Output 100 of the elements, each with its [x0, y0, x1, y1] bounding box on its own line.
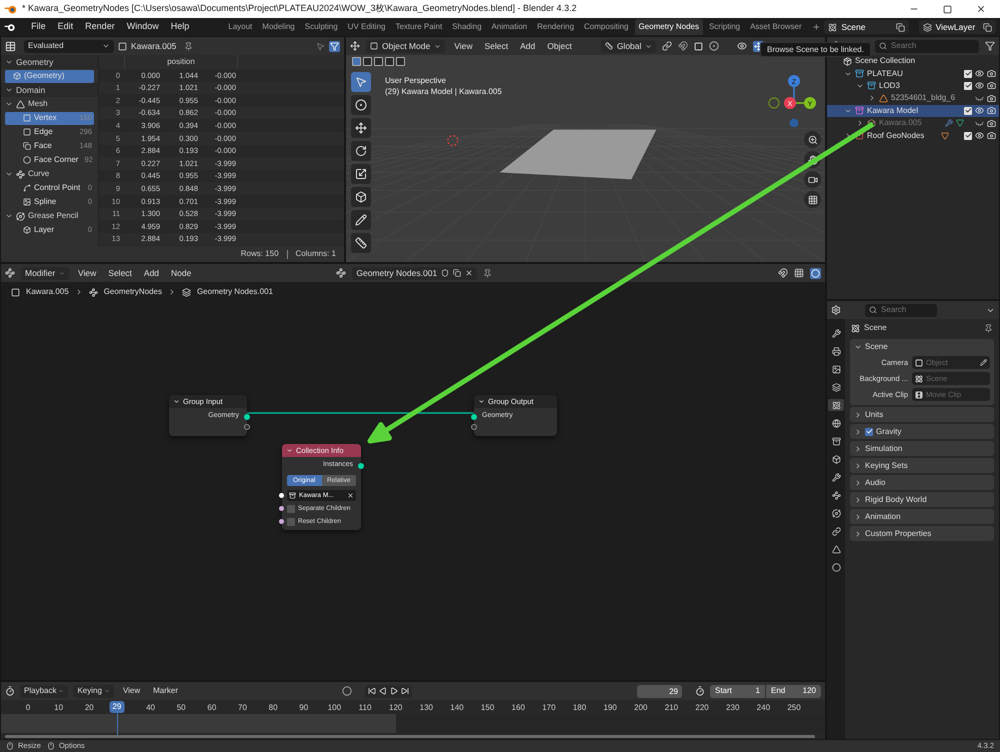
workspace-tab[interactable]: Asset Browser — [746, 19, 806, 35]
menu-item[interactable]: View — [75, 266, 100, 280]
search-field[interactable]: Search — [865, 304, 937, 316]
camera-icon[interactable] — [987, 131, 996, 140]
breadcrumb[interactable]: GeometryNodes — [104, 286, 162, 298]
workspace-tab[interactable]: UV Editing — [344, 19, 390, 35]
editor-type-icon[interactable] — [5, 268, 15, 278]
close-icon[interactable] — [976, 4, 986, 14]
magnet-icon[interactable] — [678, 41, 688, 51]
menu-item[interactable]: File — [26, 20, 51, 34]
camera-icon[interactable] — [987, 69, 996, 78]
play-icon[interactable] — [390, 687, 398, 695]
workspace-tab[interactable]: Animation — [488, 19, 532, 35]
panel-header[interactable]: Custom Properties — [850, 526, 994, 541]
workspace-tab[interactable]: Scripting — [704, 19, 744, 35]
start-frame-field[interactable]: Start 1 — [710, 684, 765, 698]
panel-header[interactable]: Rigid Body World — [850, 492, 994, 507]
breadcrumb[interactable]: Kawara.005 — [26, 286, 69, 298]
chevron-icon[interactable] — [5, 212, 13, 220]
checkbox[interactable] — [287, 504, 295, 512]
zoom-button[interactable] — [804, 131, 821, 148]
evaluation-dropdown[interactable]: Evaluated — [24, 40, 114, 52]
menu-item[interactable]: View — [118, 684, 144, 698]
outliner-row[interactable]: Roof GeoNodes — [827, 129, 999, 142]
menu-item[interactable]: Marker — [149, 684, 182, 698]
workspace-tab[interactable]: Rendering — [533, 19, 578, 35]
workspace-tab[interactable]: Sculpting — [300, 19, 342, 35]
chevron-icon[interactable] — [478, 398, 485, 405]
workspace-tab[interactable]: Modeling — [258, 19, 299, 35]
playback-controls[interactable] — [365, 684, 412, 698]
select-tool[interactable] — [351, 72, 371, 92]
scene-selector[interactable]: Scene — [824, 20, 909, 34]
context-dropdown[interactable]: Modifier — [21, 266, 69, 280]
menu-item[interactable]: Edit — [52, 20, 78, 34]
editor-type-icon[interactable] — [5, 686, 15, 696]
menu-item[interactable]: View — [451, 40, 476, 52]
mode-dropdown[interactable]: Object Mode — [366, 40, 446, 52]
end-frame-field[interactable]: End 120 — [766, 684, 821, 698]
view-layer-selector[interactable]: ViewLayer — [918, 20, 996, 34]
panel-header[interactable]: Audio — [850, 475, 994, 490]
square-icon[interactable] — [694, 42, 704, 50]
snap-icon[interactable] — [778, 268, 788, 278]
maximize-icon[interactable] — [943, 4, 952, 14]
menu-item[interactable]: Help — [166, 20, 194, 34]
link-icon[interactable] — [662, 41, 672, 51]
jump-end-icon[interactable] — [401, 687, 410, 695]
menu-item[interactable]: Node — [168, 266, 194, 280]
overlay-toggle[interactable] — [810, 268, 821, 278]
camera-icon[interactable] — [987, 106, 996, 116]
jump-start-icon[interactable] — [368, 687, 376, 695]
outliner-row[interactable]: PLATEAU — [827, 67, 999, 80]
panel-header[interactable]: Keying Sets — [850, 458, 994, 473]
playhead[interactable]: 29 — [109, 701, 124, 713]
pin-icon[interactable] — [483, 268, 492, 278]
editor-type-icon[interactable] — [350, 41, 360, 51]
pointer-icon[interactable] — [316, 42, 325, 50]
menu-item[interactable]: Keying — [73, 684, 114, 698]
checkbox[interactable] — [964, 106, 972, 115]
node-tree-icon[interactable] — [336, 268, 346, 278]
chevron-icon[interactable] — [5, 170, 13, 178]
socket-icon[interactable] — [279, 493, 284, 498]
chevron-icon[interactable] — [173, 398, 180, 405]
spreadsheet-icon[interactable] — [5, 40, 16, 52]
measure-tool[interactable] — [351, 233, 371, 253]
camera-button[interactable] — [804, 171, 821, 188]
add-icon[interactable] — [812, 22, 820, 32]
camera-icon[interactable] — [987, 81, 996, 90]
menu-item[interactable]: Render — [80, 20, 120, 34]
current-frame-field[interactable]: 29 — [637, 684, 682, 698]
socket-icon[interactable] — [279, 506, 284, 511]
checkbox[interactable] — [865, 428, 873, 436]
timer-icon[interactable] — [695, 686, 705, 696]
panel-header[interactable]: Scene — [850, 339, 994, 354]
scale-tool[interactable] — [351, 164, 371, 184]
outliner-row[interactable]: LOD3 — [827, 80, 999, 92]
workspace-tab[interactable]: Texture Paint — [391, 19, 446, 35]
pin-icon[interactable] — [184, 42, 194, 50]
visibility-icon[interactable] — [737, 41, 748, 51]
checkbox[interactable] — [964, 70, 972, 78]
checkbox[interactable] — [964, 132, 972, 140]
camera-icon[interactable] — [987, 94, 996, 103]
node-group-field[interactable]: Geometry Nodes.001 — [352, 266, 478, 280]
chevron-icon[interactable] — [5, 86, 13, 94]
scene-tab[interactable] — [828, 399, 844, 411]
scrollbar[interactable] — [5, 735, 815, 738]
cursor-tool[interactable] — [351, 95, 371, 115]
filter-icon[interactable] — [985, 41, 995, 51]
rotate-tool[interactable] — [351, 141, 371, 161]
workspace-tab[interactable]: Layout — [224, 19, 256, 35]
tree-item[interactable]: (Geometry) — [5, 70, 94, 82]
annotate-tool[interactable] — [351, 210, 371, 230]
socket-icon[interactable] — [279, 519, 284, 524]
pin-icon[interactable] — [984, 324, 993, 332]
checkbox[interactable] — [964, 82, 972, 90]
socket-icon[interactable] — [358, 462, 364, 468]
workspace-tab[interactable]: Geometry Nodes — [634, 19, 703, 35]
menu-item[interactable]: Add — [140, 266, 162, 280]
search-field[interactable]: Search — [875, 40, 979, 52]
workspace-tab[interactable]: Compositing — [580, 19, 632, 35]
chevron-icon[interactable] — [286, 447, 293, 454]
